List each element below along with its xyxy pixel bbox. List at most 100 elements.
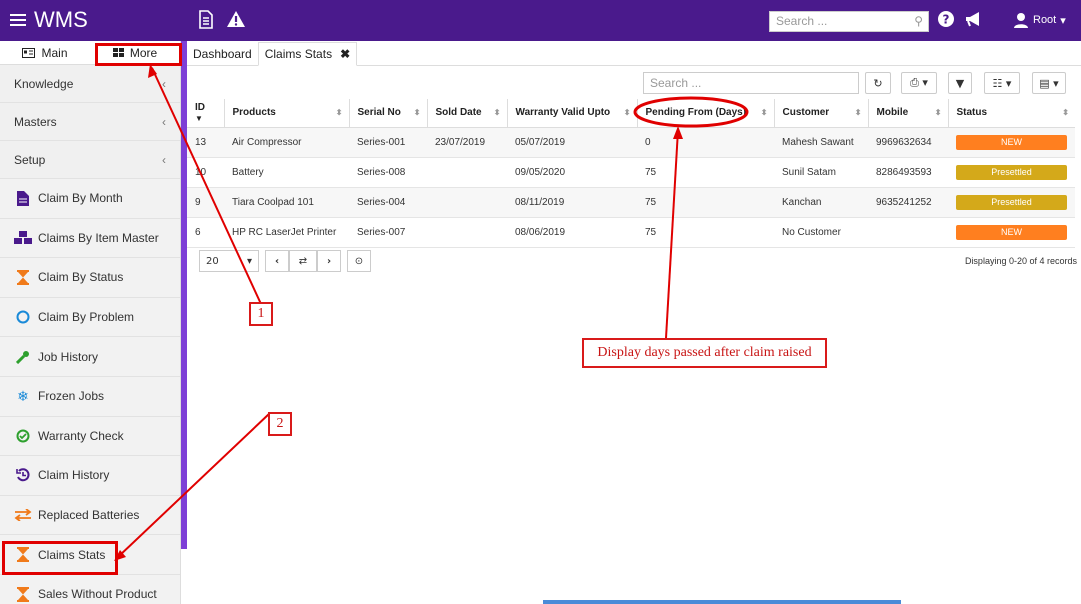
sort-icon: ⬍ — [623, 108, 631, 117]
cell-product: Air Compressor — [224, 127, 349, 158]
column-header-sold-date[interactable]: Sold Date ⬍ — [427, 99, 508, 128]
column-header-products[interactable]: Products ⬍ — [224, 99, 350, 128]
wrench-icon — [14, 350, 32, 364]
sidebar: Main More Knowledge ‹ Masters ‹ Setup ‹ Cla… — [0, 41, 181, 604]
cell-customer: Kanchan — [774, 187, 868, 218]
app-title: WMS — [34, 7, 88, 32]
refresh-button[interactable]: ↻ — [865, 72, 891, 94]
document-icon[interactable] — [198, 10, 218, 30]
column-header-serial-no[interactable]: Serial No ⬍ — [349, 99, 428, 128]
status-badge: NEW — [956, 134, 1067, 150]
column-header-label: Customer — [782, 107, 830, 119]
chevron-left-icon: ‹ — [162, 152, 166, 167]
sidebar-item-claim-by-month[interactable]: Claim By Month — [0, 179, 180, 219]
sidebar-item-claim-by-status[interactable]: Claim By Status — [0, 258, 180, 298]
cell-pending: 75 — [637, 187, 774, 218]
cell-product: HP RC LaserJet Printer — [224, 217, 349, 248]
sidebar-group-knowledge[interactable]: Knowledge ‹ — [0, 65, 180, 103]
app-brand[interactable]: WMS — [10, 7, 88, 33]
table-row[interactable]: 13 Air Compressor Series-001 23/07/2019 … — [187, 127, 1075, 158]
sidebar-item-job-history[interactable]: Job History — [0, 337, 180, 377]
pagination: 20 ▾ ‹ ⇄ › ⊙ — [199, 250, 371, 272]
cell-sold-date: 23/07/2019 — [427, 127, 507, 158]
column-header-customer[interactable]: Customer ⬍ — [774, 99, 869, 128]
column-header-warranty[interactable]: Warranty Valid Upto ⬍ — [507, 99, 638, 128]
sort-icon: ⬍ — [493, 108, 501, 117]
column-header-label: Serial No — [357, 107, 401, 119]
grid-search-placeholder: Search ... — [650, 76, 702, 90]
chevron-left-icon: ‹ — [162, 76, 166, 91]
search-icon[interactable]: ⚲ — [914, 14, 923, 28]
sort-icon: ⬍ — [335, 108, 343, 117]
column-header-id[interactable]: ID ▼ — [187, 99, 225, 128]
prev-page-button[interactable]: ‹ — [265, 250, 289, 272]
page-size-select[interactable]: 20 ▾ — [199, 250, 259, 272]
column-header-label: Pending From (Days) — [645, 107, 747, 119]
column-header-pending-from[interactable]: Pending From (Days) ⬍ — [637, 99, 775, 128]
megaphone-icon[interactable] — [964, 10, 984, 30]
hamburger-menu-icon[interactable] — [10, 11, 26, 29]
column-toggle-button[interactable]: ☷ ▾ — [984, 72, 1020, 94]
help-icon[interactable]: ? — [937, 10, 957, 30]
sidebar-item-sales-without-product[interactable]: Sales Without Product — [0, 575, 180, 604]
grid-search-input[interactable]: Search ... — [643, 72, 859, 94]
column-header-status[interactable]: Status ⬍ — [948, 99, 1075, 128]
cell-serial: Series-008 — [349, 157, 427, 188]
grid-toolbar: Search ... ↻ ⎙ ▾ ▼ ☷ ▾ ▤ ▾ — [643, 72, 1081, 94]
callout-1: 1 — [249, 302, 273, 326]
cell-serial: Series-001 — [349, 127, 427, 158]
sidebar-item-claim-history[interactable]: Claim History — [0, 456, 180, 496]
table-row[interactable]: 10 Battery Series-008 09/05/2020 75 Suni… — [187, 157, 1075, 188]
sidebar-tab-main[interactable]: Main — [0, 41, 90, 64]
horizontal-scrollbar[interactable] — [543, 600, 901, 604]
chevron-right-icon: › — [326, 255, 332, 267]
callout-pending-description: Display days passed after claim raised — [582, 338, 827, 368]
page-info-button[interactable]: ⊙ — [347, 250, 371, 272]
cell-warranty: 08/06/2019 — [507, 217, 637, 248]
table-row[interactable]: 6 HP RC LaserJet Printer Series-007 08/0… — [187, 217, 1075, 248]
column-header-label: Status — [956, 107, 988, 119]
column-header-mobile[interactable]: Mobile ⬍ — [868, 99, 949, 128]
user-menu[interactable]: Root ▾ — [1013, 12, 1066, 28]
tab-claims-stats[interactable]: Claims Stats ✖ — [257, 42, 358, 66]
sidebar-item-claims-by-item-master[interactable]: Claims By Item Master — [0, 219, 180, 259]
table-header-row: ID ▼ Products ⬍ Serial No ⬍ Sold Date ⬍ War… — [187, 99, 1075, 128]
sidebar-item-warranty-check[interactable]: Warranty Check — [0, 417, 180, 457]
reload-page-button[interactable]: ⇄ — [289, 250, 317, 272]
sidebar-item-label: Warranty Check — [38, 428, 124, 443]
tab-dashboard[interactable]: Dashboard — [187, 43, 258, 65]
cell-id: 6 — [187, 217, 224, 248]
cell-customer: Mahesh Sawant — [774, 127, 868, 158]
sidebar-tab-main-label: Main — [41, 45, 68, 60]
sidebar-item-claim-by-problem[interactable]: Claim By Problem — [0, 298, 180, 338]
cell-serial: Series-004 — [349, 187, 427, 218]
cell-mobile: 8286493593 — [868, 157, 948, 188]
print-button[interactable]: ⎙ ▾ — [901, 72, 937, 94]
svg-text:?: ? — [943, 13, 950, 27]
cell-id: 9 — [187, 187, 224, 218]
next-page-button[interactable]: › — [317, 250, 341, 272]
id-card-icon — [22, 47, 36, 58]
sidebar-item-label: Frozen Jobs — [38, 389, 105, 404]
sidebar-group-label: Knowledge — [14, 76, 74, 91]
sidebar-group-setup[interactable]: Setup ‹ — [0, 141, 180, 179]
sort-desc-icon: ▼ — [195, 113, 203, 123]
cell-pending: 0 — [637, 127, 774, 158]
callout-2: 2 — [268, 412, 292, 436]
sidebar-item-frozen-jobs[interactable]: ❄ Frozen Jobs — [0, 377, 180, 417]
column-header-label: Products — [232, 107, 276, 119]
warning-icon[interactable] — [226, 10, 246, 30]
status-badge: Presettled — [956, 164, 1067, 180]
cell-mobile: 9969632634 — [868, 127, 948, 158]
table-row[interactable]: 9 Tiara Coolpad 101 Series-004 08/11/201… — [187, 187, 1075, 218]
global-search-input[interactable]: Search ... ⚲ — [769, 11, 929, 32]
filter-button[interactable]: ▼ — [948, 72, 972, 94]
sidebar-item-replaced-batteries[interactable]: Replaced Batteries — [0, 496, 180, 536]
annotation-highlight-claims-stats — [2, 541, 118, 575]
sidebar-group-masters[interactable]: Masters ‹ — [0, 103, 180, 141]
top-bar: WMS Search ... ⚲ ? Root ▾ — [0, 0, 1081, 41]
export-button[interactable]: ▤ ▾ — [1032, 72, 1066, 94]
close-tab-icon[interactable]: ✖ — [340, 47, 350, 61]
cell-serial: Series-007 — [349, 217, 427, 248]
caret-down-icon: ▾ — [1060, 14, 1066, 27]
